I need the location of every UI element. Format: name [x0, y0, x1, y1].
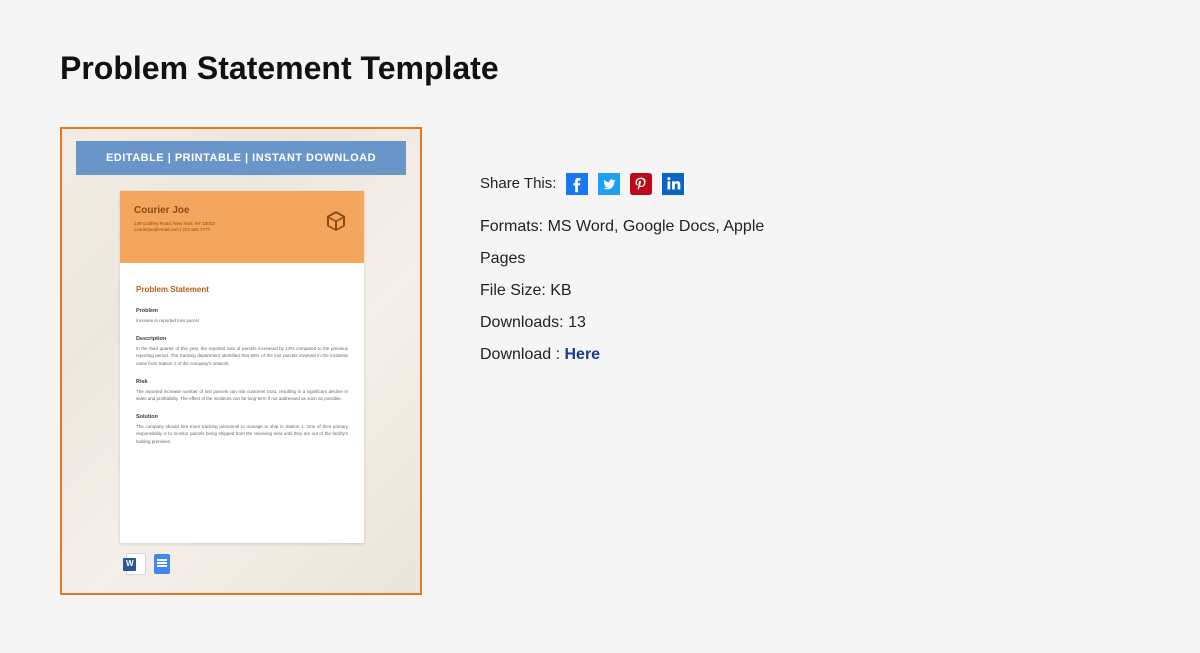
file-format-icons: [126, 553, 170, 575]
page-title: Problem Statement Template: [60, 50, 1140, 87]
download-link[interactable]: Here: [565, 346, 601, 363]
preview-address-line1: 139 Godfrey Road, New York, NY 10013: [134, 221, 215, 226]
section-solution-heading: Solution: [136, 414, 348, 420]
filesize-line: File Size: KB: [480, 275, 800, 307]
download-line: Download : Here: [480, 339, 800, 371]
section-description-heading: Description: [136, 336, 348, 342]
section-problem-heading: Problem: [136, 308, 348, 314]
pinterest-icon[interactable]: [630, 173, 652, 195]
section-risk-heading: Risk: [136, 379, 348, 385]
downloads-label: Downloads:: [480, 314, 564, 331]
formats-line: Formats: MS Word, Google Docs, Apple Pag…: [480, 211, 800, 275]
filesize-label: File Size:: [480, 282, 546, 299]
template-preview: EDITABLE | PRINTABLE | INSTANT DOWNLOAD …: [60, 127, 422, 595]
facebook-icon[interactable]: [566, 173, 588, 195]
download-label: Download :: [480, 346, 560, 363]
google-docs-icon: [154, 554, 170, 574]
preview-doc-header: Courier Joe 139 Godfrey Road, New York, …: [120, 191, 364, 263]
preview-address-line2: courierjoe@email.com | 222 555 7777: [134, 227, 210, 232]
downloads-value: 13: [568, 314, 586, 331]
share-row: Share This:: [480, 169, 800, 199]
word-icon: [126, 553, 146, 575]
share-label: Share This:: [480, 169, 556, 199]
downloads-line: Downloads: 13: [480, 307, 800, 339]
preview-company-name: Courier Joe: [134, 205, 350, 216]
section-risk-text: The reported increase number of lost par…: [136, 388, 348, 402]
linkedin-icon[interactable]: [662, 173, 684, 195]
formats-label: Formats:: [480, 218, 543, 235]
preview-banner: EDITABLE | PRINTABLE | INSTANT DOWNLOAD: [76, 141, 406, 175]
section-description-text: In the third quarter of this year, the r…: [136, 345, 348, 367]
section-problem-text: Increase in reported loss parcel: [136, 317, 348, 324]
twitter-icon[interactable]: [598, 173, 620, 195]
section-solution-text: The company should hire more tracking pe…: [136, 423, 348, 445]
preview-address: 139 Godfrey Road, New York, NY 10013 cou…: [134, 221, 264, 234]
package-icon: [324, 209, 348, 233]
info-panel: Share This: Formats: MS Word, Google Doc…: [480, 127, 800, 371]
preview-document: Courier Joe 139 Godfrey Road, New York, …: [120, 191, 364, 543]
filesize-value: KB: [550, 282, 571, 299]
preview-heading: Problem Statement: [136, 285, 348, 294]
